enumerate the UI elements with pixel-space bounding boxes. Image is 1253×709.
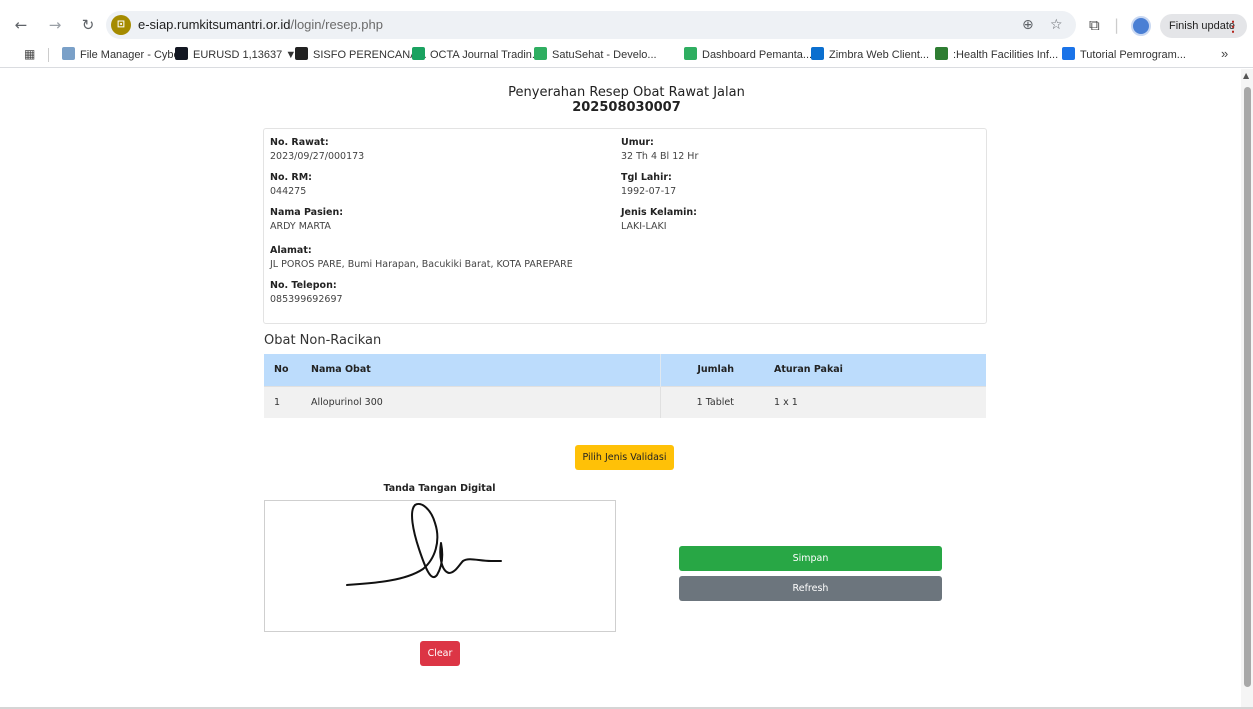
zimbra-icon <box>811 47 824 60</box>
bookmark-label: EURUSD 1,13637 ▼... <box>193 49 306 61</box>
table-header-row: No Nama Obat Jumlah Aturan Pakai <box>264 354 986 386</box>
bookmark-item[interactable]: Dashboard Pemanta... <box>684 47 812 61</box>
signature-pad[interactable] <box>264 500 616 632</box>
bookmark-item[interactable]: SISFO PERENCANA... <box>295 47 427 61</box>
no-telepon-label: No. Telepon: <box>270 280 337 291</box>
bookmark-label: Zimbra Web Client... <box>829 49 930 61</box>
alamat-value: JL POROS PARE, Bumi Harapan, Bacukiki Ba… <box>270 259 573 270</box>
header-nama-obat: Nama Obat <box>301 354 661 386</box>
field-tgl-lahir: Tgl Lahir: 1992-07-17 <box>621 172 676 197</box>
no-rawat-label: No. Rawat: <box>270 137 329 148</box>
no-rm-label: No. RM: <box>270 172 312 183</box>
cell-jumlah: 1 Tablet <box>660 385 764 418</box>
bookmark-label: SISFO PERENCANA... <box>313 49 427 61</box>
zoom-icon[interactable]: ⊕ <box>1022 17 1034 33</box>
resep-number: 202508030007 <box>572 100 681 115</box>
bookmarks-divider <box>48 48 49 62</box>
browser-chrome: ← → ↻ ⊡ e-siap.rumkitsumantri.or.id/logi… <box>0 0 1253 68</box>
plus-icon <box>412 47 425 60</box>
apps-grid-icon[interactable]: ▦ <box>24 47 35 61</box>
circle-icon <box>1062 47 1075 60</box>
table-row: 1 Allopurinol 300 1 Tablet 1 x 1 <box>264 385 986 418</box>
cross-icon <box>684 47 697 60</box>
field-no-telepon: No. Telepon: 085399692697 <box>270 280 343 305</box>
back-arrow-icon[interactable]: ← <box>12 16 30 34</box>
clear-button[interactable]: Clear <box>420 641 460 666</box>
bookmark-label: Tutorial Pemrogram... <box>1080 49 1186 61</box>
pilih-validasi-button[interactable]: Pilih Jenis Validasi <box>575 445 674 470</box>
signature-drawing <box>346 503 502 586</box>
toolbar-divider: | <box>1114 16 1120 34</box>
extensions-icon[interactable]: ⧉ <box>1089 16 1100 34</box>
section-title-obat: Obat Non-Racikan <box>264 333 382 348</box>
browser-toolbar: ← → ↻ ⊡ e-siap.rumkitsumantri.or.id/logi… <box>0 8 1253 42</box>
simpan-button[interactable]: Simpan <box>679 546 942 571</box>
field-jenis-kelamin: Jenis Kelamin: LAKI-LAKI <box>621 207 697 232</box>
bookmark-item[interactable]: File Manager - Cybe... <box>62 47 189 61</box>
more-menu-icon[interactable]: ⋮ <box>1226 14 1240 38</box>
bookmark-star-icon[interactable]: ☆ <box>1050 17 1063 33</box>
field-no-rm: No. RM: 044275 <box>270 172 312 197</box>
diamond-icon <box>62 47 75 60</box>
bookmark-label: File Manager - Cybe... <box>80 49 189 61</box>
page-scrollbar[interactable]: ▲ <box>1241 69 1253 709</box>
reload-icon[interactable]: ↻ <box>79 16 97 34</box>
cell-nama-obat: Allopurinol 300 <box>301 385 661 418</box>
signature-label: Tanda Tangan Digital <box>383 483 496 494</box>
site-info-icon[interactable]: ⊡ <box>111 15 131 35</box>
tgl-lahir-label: Tgl Lahir: <box>621 172 672 183</box>
bookmark-label: SatuSehat - Develo... <box>552 49 657 61</box>
field-nama-pasien: Nama Pasien: ARDY MARTA <box>270 207 343 232</box>
finish-update-button[interactable]: Finish update ⋮ <box>1160 14 1247 38</box>
page-content: Penyerahan Resep Obat Rawat Jalan 202508… <box>0 69 1253 709</box>
facility-icon <box>935 47 948 60</box>
scroll-up-icon[interactable]: ▲ <box>1243 71 1249 80</box>
header-jumlah: Jumlah <box>660 354 764 386</box>
bookmark-item[interactable]: :Health Facilities Inf... <box>935 47 1058 61</box>
url-host: e-siap.rumkitsumantri.or.id <box>138 17 291 32</box>
field-umur: Umur: 32 Th 4 Bl 12 Hr <box>621 137 698 162</box>
cell-no: 1 <box>264 385 301 418</box>
patient-info-card: No. Rawat: 2023/09/27/000173 No. RM: 044… <box>263 128 987 324</box>
bookmark-item[interactable]: Tutorial Pemrogram... <box>1062 47 1186 61</box>
cell-aturan-pakai: 1 x 1 <box>764 385 986 418</box>
bookmark-item[interactable]: Zimbra Web Client... <box>811 47 929 61</box>
bookmark-item[interactable]: EURUSD 1,13637 ▼... <box>175 47 305 61</box>
bookmark-label: OCTA Journal Tradin... <box>430 49 542 61</box>
header-no: No <box>264 354 301 386</box>
jenis-kelamin-value: LAKI-LAKI <box>621 221 667 232</box>
tradingview-icon <box>175 47 188 60</box>
address-bar[interactable]: ⊡ e-siap.rumkitsumantri.or.id/login/rese… <box>106 11 1076 39</box>
bookmark-item[interactable]: OCTA Journal Tradin... <box>412 47 541 61</box>
jenis-kelamin-label: Jenis Kelamin: <box>621 207 697 218</box>
cross-icon <box>534 47 547 60</box>
nama-pasien-value: ARDY MARTA <box>270 221 331 232</box>
refresh-button[interactable]: Refresh <box>679 576 942 601</box>
obat-table: No Nama Obat Jumlah Aturan Pakai 1 Allop… <box>264 354 986 418</box>
more-bookmarks-icon[interactable]: » <box>1221 46 1228 61</box>
nama-pasien-label: Nama Pasien: <box>270 207 344 218</box>
scrollbar-thumb[interactable] <box>1244 87 1251 687</box>
field-alamat: Alamat: JL POROS PARE, Bumi Harapan, Bac… <box>270 245 573 270</box>
umur-label: Umur: <box>621 137 654 148</box>
no-rawat-value: 2023/09/27/000173 <box>270 151 365 162</box>
bookmark-label: :Health Facilities Inf... <box>953 49 1059 61</box>
bookmarks-bar: ▦ File Manager - Cybe... EURUSD 1,13637 ▼… <box>0 44 1253 66</box>
url-path: /login/resep.php <box>290 17 383 32</box>
github-icon <box>295 47 308 60</box>
profile-avatar[interactable] <box>1131 16 1151 36</box>
url-text[interactable]: e-siap.rumkitsumantri.or.id/login/resep.… <box>138 17 383 32</box>
bookmark-item[interactable]: SatuSehat - Develo... <box>534 47 657 61</box>
page-title: Penyerahan Resep Obat Rawat Jalan <box>508 85 745 100</box>
alamat-label: Alamat: <box>270 245 312 256</box>
field-no-rawat: No. Rawat: 2023/09/27/000173 <box>270 137 364 162</box>
header-aturan-pakai: Aturan Pakai <box>764 354 986 386</box>
no-telepon-value: 085399692697 <box>270 294 343 305</box>
forward-arrow-icon[interactable]: → <box>46 16 64 34</box>
bookmark-label: Dashboard Pemanta... <box>702 49 813 61</box>
tgl-lahir-value: 1992-07-17 <box>621 186 677 197</box>
no-rm-value: 044275 <box>270 186 307 197</box>
umur-value: 32 Th 4 Bl 12 Hr <box>621 151 699 162</box>
